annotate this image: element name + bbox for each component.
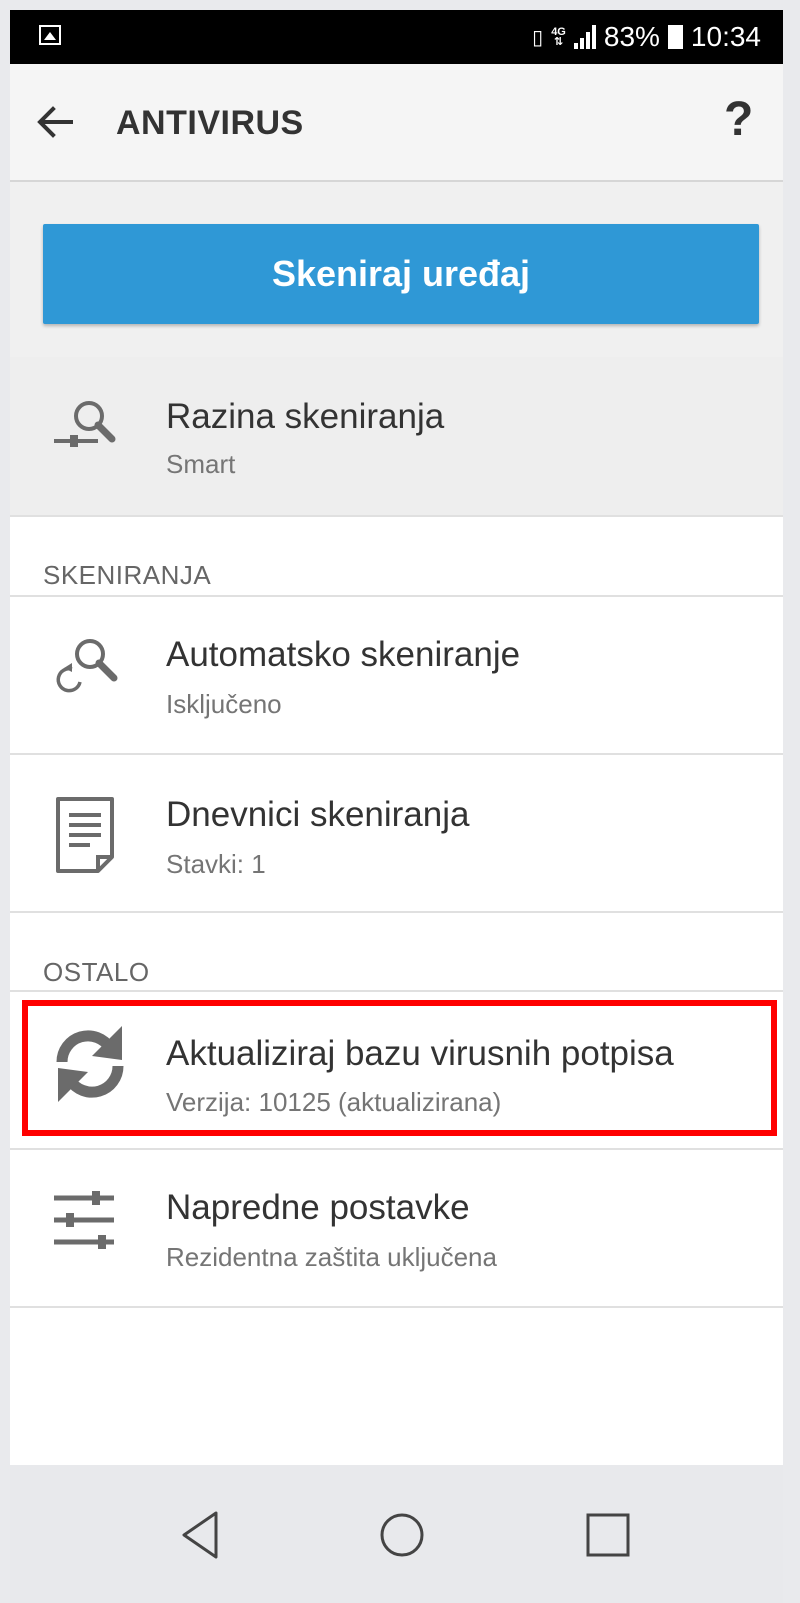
advanced-settings-row[interactable]: Napredne postavke Rezidentna zaštita ukl… [10,1150,783,1308]
page-title: ANTIVIRUS [116,104,304,142]
screen: ▯ 4G ⇅ 83% 10:34 ANTIVIRUS ? Skeniraj ure… [10,10,783,1603]
scan-logs-row[interactable]: Dnevnici skeniranja Stavki: 1 [10,755,783,913]
update-definitions-row[interactable]: Aktualiziraj bazu virusnih potpisa Verzi… [10,992,783,1150]
document-icon [56,797,114,873]
network-4g-icon: 4G ⇅ [551,26,566,48]
search-refresh-icon [56,639,118,693]
clock: 10:34 [690,21,761,52]
help-icon[interactable]: ? [724,92,753,147]
scan-level-row[interactable]: Razina skeniranja Smart [10,357,783,517]
vibrate-icon: ▯ [532,26,544,49]
home-circle-icon[interactable] [372,1505,432,1565]
status-indicators: ▯ 4G ⇅ 83% 10:34 [532,21,761,53]
status-bar: ▯ 4G ⇅ 83% 10:34 [10,10,783,64]
recents-square-icon[interactable] [578,1505,638,1565]
battery-icon [667,25,683,49]
search-slider-icon [54,401,116,447]
update-definitions-title: Aktualiziraj bazu virusnih potpisa [166,1034,674,1073]
battery-percent: 83% [603,21,660,52]
image-icon [39,25,61,45]
back-triangle-icon[interactable] [172,1505,232,1565]
arrow-left-icon[interactable] [35,102,75,142]
scan-logs-title: Dnevnici skeniranja [166,795,470,834]
scan-logs-count: Stavki: 1 [166,849,266,879]
auto-scan-row[interactable]: Automatsko skeniranje Isključeno [10,597,783,755]
scan-device-button[interactable]: Skeniraj uređaj [43,224,759,324]
scan-level-title: Razina skeniranja [166,397,445,436]
section-header-other: OSTALO [43,957,150,987]
advanced-settings-title: Napredne postavke [166,1188,470,1227]
app-bar: ANTIVIRUS ? [10,64,783,182]
scan-level-value: Smart [166,449,236,479]
sync-icon [56,1026,124,1102]
sliders-icon [54,1191,114,1249]
scan-area: Skeniraj uređaj [10,182,783,357]
signal-icon [573,25,596,49]
navigation-bar [10,1465,783,1603]
auto-scan-status: Isključeno [166,689,282,719]
section-header-scans: SKENIRANJA [43,560,212,590]
definitions-version: Verzija: 10125 (aktualizirana) [166,1087,502,1117]
resident-protection-status: Rezidentna zaštita uključena [166,1242,497,1272]
auto-scan-title: Automatsko skeniranje [166,635,521,674]
